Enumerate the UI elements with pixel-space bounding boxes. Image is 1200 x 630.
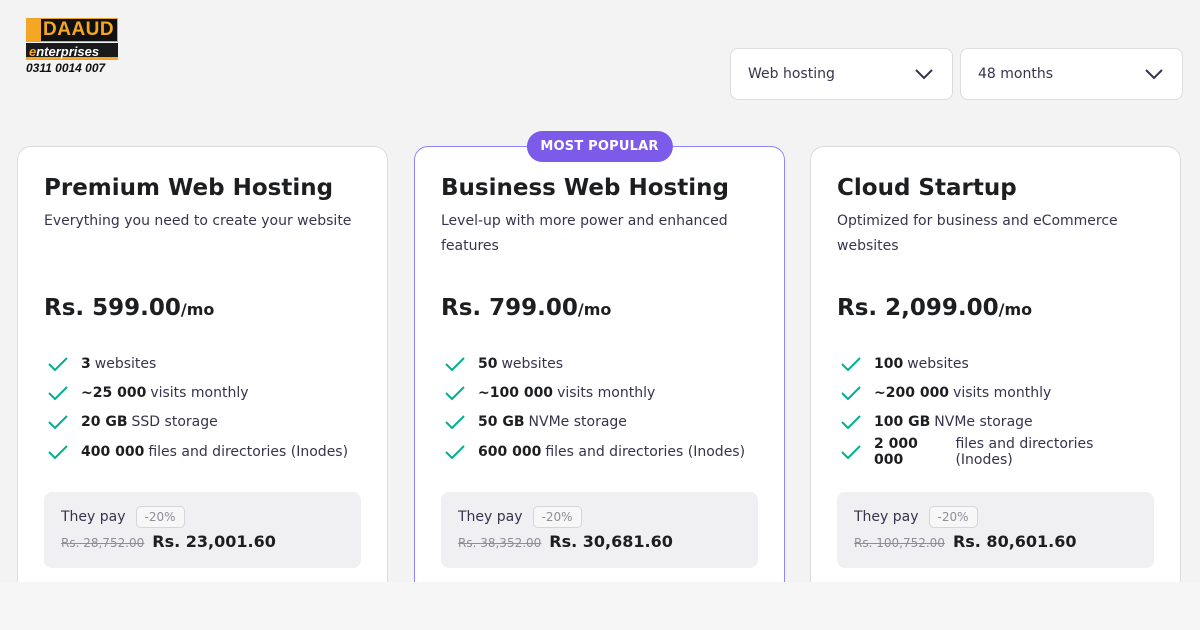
- price-amount: Rs. 2,099.00: [837, 295, 999, 321]
- feature-item: 600 000 files and directories (Inodes): [441, 437, 758, 466]
- product-select[interactable]: Web hosting: [730, 48, 953, 100]
- feature-list: 100 websites ~200 000 visits monthly 100 G…: [837, 349, 1154, 468]
- feature-label: websites: [907, 355, 969, 372]
- price-period: /mo: [998, 300, 1033, 319]
- price-amount: Rs. 599.00: [44, 295, 181, 321]
- bottom-fade: [0, 582, 1200, 630]
- logo-d-mark: [27, 19, 41, 41]
- total-price-box: They pay -20% Rs. 100,752.00 Rs. 80,601.…: [837, 492, 1154, 569]
- period-select-value: 48 months: [978, 66, 1053, 82]
- feature-item: 100 websites: [837, 349, 1154, 378]
- plan-price: Rs. 2,099.00 /mo: [837, 295, 1154, 321]
- logo-subtitle-rest: nterprises: [36, 44, 100, 59]
- they-pay-label: They pay: [61, 509, 126, 526]
- chevron-down-icon: [1145, 69, 1163, 80]
- feature-value: 100 GB: [874, 414, 931, 431]
- check-icon: [445, 386, 465, 400]
- feature-value: 100: [874, 355, 904, 372]
- feature-value: 2 000 000: [874, 435, 918, 468]
- feature-item: 50 GB NVMe storage: [441, 408, 758, 437]
- new-price: Rs. 23,001.60: [152, 532, 276, 552]
- check-icon: [445, 356, 465, 371]
- feature-value: ~25 000: [81, 384, 147, 401]
- feature-list: 50 websites ~100 000 visits monthly 50 GB N…: [441, 349, 758, 466]
- feature-item: ~25 000 visits monthly: [44, 378, 361, 407]
- price-period: /mo: [577, 300, 612, 319]
- feature-value: 50 GB: [478, 414, 525, 431]
- feature-item: 3 websites: [44, 349, 361, 378]
- discount-badge: -20%: [135, 506, 185, 529]
- check-icon: [48, 356, 68, 371]
- check-icon: [841, 356, 861, 371]
- chevron-down-icon: [915, 69, 933, 80]
- plan-description: Everything you need to create your websi…: [44, 213, 352, 229]
- discount-badge: -20%: [928, 506, 978, 529]
- feature-label: files and directories (Inodes): [955, 435, 1094, 468]
- most-popular-badge: MOST POPULAR: [526, 131, 673, 162]
- plan-description: Level-up with more power and enhanced fe…: [441, 213, 728, 254]
- feature-value: 50: [478, 355, 498, 372]
- discount-badge: -20%: [532, 506, 582, 529]
- feature-item: ~200 000 visits monthly: [837, 378, 1154, 407]
- feature-item: 2 000 000 files and directories (Inodes): [837, 435, 1154, 468]
- feature-label: websites: [501, 355, 564, 372]
- feature-value: 400 000: [81, 443, 145, 460]
- feature-item: 50 websites: [441, 349, 758, 378]
- they-pay-label: They pay: [458, 509, 523, 526]
- check-icon: [445, 444, 465, 459]
- price-period: /mo: [180, 300, 215, 319]
- check-icon: [841, 444, 861, 459]
- plan-description: Optimized for business and eCommerce web…: [837, 213, 1118, 254]
- plan-card-premium: Premium Web Hosting Everything you need …: [17, 146, 388, 616]
- check-icon: [48, 444, 68, 459]
- they-pay-label: They pay: [854, 509, 919, 526]
- logo-phone: 0311 0014 007: [26, 61, 106, 75]
- total-price-box: They pay -20% Rs. 38,352.00 Rs. 30,681.6…: [441, 492, 758, 569]
- plan-price: Rs. 599.00 /mo: [44, 295, 361, 321]
- feature-label: files and directories (Inodes): [148, 443, 349, 460]
- feature-label: visits monthly: [557, 384, 656, 401]
- feature-label: NVMe storage: [934, 414, 1033, 431]
- logo-brand-text: DAAUD: [43, 19, 115, 40]
- logo-subtitle: enterprises: [26, 43, 118, 60]
- feature-item: 400 000 files and directories (Inodes): [44, 437, 361, 466]
- product-select-value: Web hosting: [748, 66, 835, 82]
- total-price-box: They pay -20% Rs. 28,752.00 Rs. 23,001.6…: [44, 492, 361, 569]
- plan-title: Cloud Startup: [837, 175, 1017, 201]
- check-icon: [48, 415, 68, 430]
- feature-item: 100 GB NVMe storage: [837, 408, 1154, 437]
- plan-title: Business Web Hosting: [441, 175, 729, 201]
- feature-value: ~200 000: [874, 384, 950, 401]
- feature-value: 3: [81, 355, 91, 372]
- feature-value: ~100 000: [478, 384, 554, 401]
- logo-wordmark: DAAUD: [26, 18, 118, 42]
- feature-label: NVMe storage: [528, 414, 627, 431]
- old-price: Rs. 100,752.00: [854, 536, 945, 551]
- old-price: Rs. 28,752.00: [61, 536, 145, 551]
- feature-label: SSD storage: [131, 414, 218, 431]
- check-icon: [445, 415, 465, 430]
- period-select[interactable]: 48 months: [960, 48, 1183, 100]
- feature-item: ~100 000 visits monthly: [441, 378, 758, 407]
- feature-label: visits monthly: [150, 384, 249, 401]
- feature-list: 3 websites ~25 000 visits monthly 20 GB SSD…: [44, 349, 361, 466]
- brand-logo: DAAUD enterprises 0311 0014 007: [26, 18, 118, 75]
- feature-item: 20 GB SSD storage: [44, 408, 361, 437]
- feature-label: files and directories (Inodes): [545, 443, 746, 460]
- check-icon: [841, 415, 861, 430]
- feature-value: 20 GB: [81, 414, 128, 431]
- plan-card-cloud-startup: Cloud Startup Optimized for business and…: [810, 146, 1181, 616]
- check-icon: [841, 386, 861, 400]
- plan-title: Premium Web Hosting: [44, 175, 334, 201]
- check-icon: [48, 386, 68, 400]
- feature-label: websites: [94, 355, 157, 372]
- new-price: Rs. 30,681.60: [549, 532, 673, 552]
- plan-card-business: MOST POPULAR Business Web Hosting Level-…: [414, 131, 785, 616]
- old-price: Rs. 38,352.00: [458, 536, 542, 551]
- feature-label: visits monthly: [953, 384, 1052, 401]
- price-amount: Rs. 799.00: [441, 295, 578, 321]
- feature-value: 600 000: [478, 443, 542, 460]
- new-price: Rs. 80,601.60: [952, 532, 1077, 552]
- plan-price: Rs. 799.00 /mo: [441, 295, 758, 321]
